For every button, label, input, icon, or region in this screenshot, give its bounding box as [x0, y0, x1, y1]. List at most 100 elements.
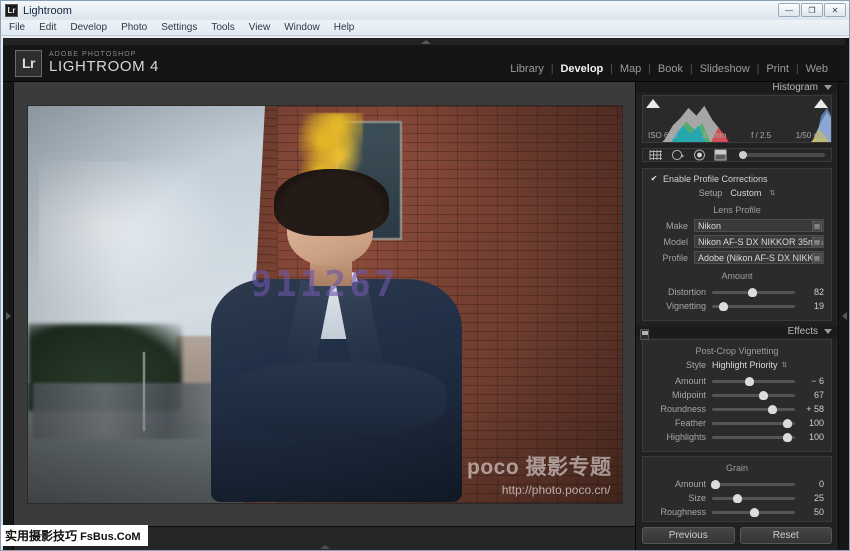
module-map[interactable]: Map — [613, 63, 648, 75]
vignette-roundness-track[interactable] — [712, 404, 795, 414]
vignette-feather-row[interactable]: Feather 100 — [650, 416, 824, 430]
spinner-icon[interactable]: ⇅ — [769, 189, 775, 197]
reset-button[interactable]: Reset — [739, 527, 832, 544]
grain-size-knob[interactable] — [732, 493, 742, 503]
shadow-clipping-icon[interactable] — [646, 99, 660, 108]
module-print[interactable]: Print — [759, 63, 796, 75]
vignetting-knob[interactable] — [718, 301, 728, 311]
vignette-amount-knob[interactable] — [744, 376, 754, 386]
histogram-panel-header[interactable]: Histogram — [636, 82, 838, 93]
right-panel-toggle[interactable] — [838, 82, 849, 550]
photo-subject-arms — [226, 362, 447, 436]
effects-panel-header[interactable]: Effects — [636, 326, 838, 340]
chevron-down-icon[interactable] — [824, 85, 832, 90]
vignetting-track[interactable] — [712, 301, 795, 311]
vignette-feather-knob[interactable] — [782, 418, 792, 428]
menu-help[interactable]: Help — [334, 22, 355, 33]
distortion-slider-row[interactable]: Distortion 82 — [650, 285, 824, 299]
grain-amount-track[interactable] — [711, 479, 795, 489]
vignette-feather-track[interactable] — [712, 418, 795, 428]
chevron-down-icon[interactable]: ▤ — [812, 221, 822, 231]
lens-corrections-section: ✔ Enable Profile Corrections Setup Custo… — [642, 168, 832, 321]
grain-size-row[interactable]: Size 25 — [650, 491, 824, 505]
vignette-midpoint-track[interactable] — [712, 390, 795, 400]
red-eye-correction-icon[interactable] — [693, 149, 706, 161]
app-logo: Lr ADOBE PHOTOSHOP LIGHTROOM 4 — [15, 49, 159, 77]
menu-window[interactable]: Window — [284, 22, 320, 33]
menu-file[interactable]: File — [9, 22, 25, 33]
chevron-down-icon[interactable] — [824, 329, 832, 334]
setup-row[interactable]: Setup Custom ⇅ — [650, 188, 824, 198]
effects-toggle-switch-icon[interactable] — [640, 329, 649, 340]
vignette-roundness-knob[interactable] — [767, 404, 777, 414]
close-button[interactable]: ✕ — [824, 3, 846, 17]
vignette-midpoint-row[interactable]: Midpoint 67 — [650, 388, 824, 402]
vignette-style-row[interactable]: Style Highlight Priority ⇅ — [650, 360, 824, 370]
filmstrip-toggle-icon[interactable] — [319, 545, 330, 549]
menu-bar: File Edit Develop Photo Settings Tools V… — [1, 20, 849, 36]
photo-street-lamp — [143, 351, 146, 432]
module-web[interactable]: Web — [799, 63, 835, 75]
grain-roughness-row[interactable]: Roughness 50 — [650, 505, 824, 519]
adjustment-brush-slider[interactable] — [739, 151, 825, 159]
brand-title: LIGHTROOM 4 — [49, 57, 159, 75]
vignette-roundness-label: Roundness — [660, 404, 706, 414]
photo-preview[interactable]: 911267 poco 摄影专题 http://photo.poco.cn/ — [27, 105, 622, 503]
grain-size-value: 25 — [813, 493, 824, 503]
enable-profile-corrections-row[interactable]: ✔ Enable Profile Corrections — [650, 174, 824, 184]
module-library[interactable]: Library — [503, 63, 551, 75]
grain-roughness-knob[interactable] — [749, 507, 759, 517]
distortion-value: 82 — [813, 287, 824, 297]
minimize-button[interactable]: — — [778, 3, 800, 17]
photo-parked-cars — [33, 383, 212, 439]
top-panel-collapse-strip[interactable] — [3, 38, 849, 45]
chevron-down-icon[interactable]: ▤ — [812, 253, 822, 263]
lightroom-app: Lr ADOBE PHOTOSHOP LIGHTROOM 4 Library |… — [3, 38, 849, 550]
vignetting-slider-row[interactable]: Vignetting 19 — [650, 299, 824, 313]
maximize-button[interactable]: ❐ — [801, 3, 823, 17]
menu-photo[interactable]: Photo — [121, 22, 147, 33]
vignette-amount-track[interactable] — [712, 376, 795, 386]
window-controls: — ❐ ✕ — [778, 3, 846, 17]
vignette-highlights-row[interactable]: Highlights 100 — [650, 430, 824, 444]
lens-make-field[interactable]: Nikon ▤ — [694, 219, 824, 232]
menu-settings[interactable]: Settings — [161, 22, 197, 33]
lightroom-badge-icon: Lr — [15, 49, 42, 77]
vignette-amount-row[interactable]: Amount − 6 — [650, 374, 824, 388]
vignette-highlights-track[interactable] — [712, 432, 795, 442]
previous-button[interactable]: Previous — [642, 527, 735, 544]
spot-removal-icon[interactable] — [671, 149, 685, 161]
lens-model-value: Nikon AF-S DX NIKKOR 35mm... — [698, 236, 824, 247]
setup-value[interactable]: Custom — [730, 188, 761, 198]
grain-size-track[interactable] — [712, 493, 795, 503]
vignette-roundness-row[interactable]: Roundness + 58 — [650, 402, 824, 416]
menu-tools[interactable]: Tools — [211, 22, 234, 33]
checkbox-icon[interactable]: ✔ — [650, 175, 658, 183]
graduated-filter-icon[interactable] — [714, 149, 727, 161]
vignette-midpoint-knob[interactable] — [759, 390, 769, 400]
module-develop[interactable]: Develop — [553, 63, 610, 75]
chevron-down-icon[interactable]: ▤ — [812, 237, 822, 247]
menu-view[interactable]: View — [249, 22, 271, 33]
crop-overlay-icon[interactable] — [649, 149, 663, 161]
distortion-track[interactable] — [712, 287, 795, 297]
grain-roughness-track[interactable] — [712, 507, 795, 517]
grain-amount-row[interactable]: Amount 0 — [650, 477, 824, 491]
image-canvas[interactable]: 911267 poco 摄影专题 http://photo.poco.cn/ — [14, 82, 635, 526]
menu-edit[interactable]: Edit — [39, 22, 56, 33]
module-slideshow[interactable]: Slideshow — [693, 63, 757, 75]
highlight-clipping-icon[interactable] — [814, 99, 828, 108]
vignette-style-value[interactable]: Highlight Priority — [712, 360, 778, 370]
left-panel-toggle[interactable] — [3, 82, 14, 550]
histogram[interactable]: ISO 640 35 mm f / 2.5 1/50 sec — [642, 95, 832, 143]
lens-model-field[interactable]: Nikon AF-S DX NIKKOR 35mm... ▤ — [694, 235, 824, 248]
module-book[interactable]: Book — [651, 63, 690, 75]
lens-profile-field[interactable]: Adobe (Nikon AF-S DX NIKKO... ▤ — [694, 251, 824, 264]
distortion-knob[interactable] — [747, 287, 757, 297]
vignette-amount-value: − 6 — [811, 376, 824, 386]
grain-body: Grain Amount 0 Size 25 Roughness 50 — [642, 456, 832, 522]
menu-develop[interactable]: Develop — [70, 22, 107, 33]
vignette-highlights-knob[interactable] — [782, 432, 792, 442]
grain-amount-knob[interactable] — [711, 479, 721, 489]
spinner-icon[interactable]: ⇅ — [782, 361, 788, 369]
